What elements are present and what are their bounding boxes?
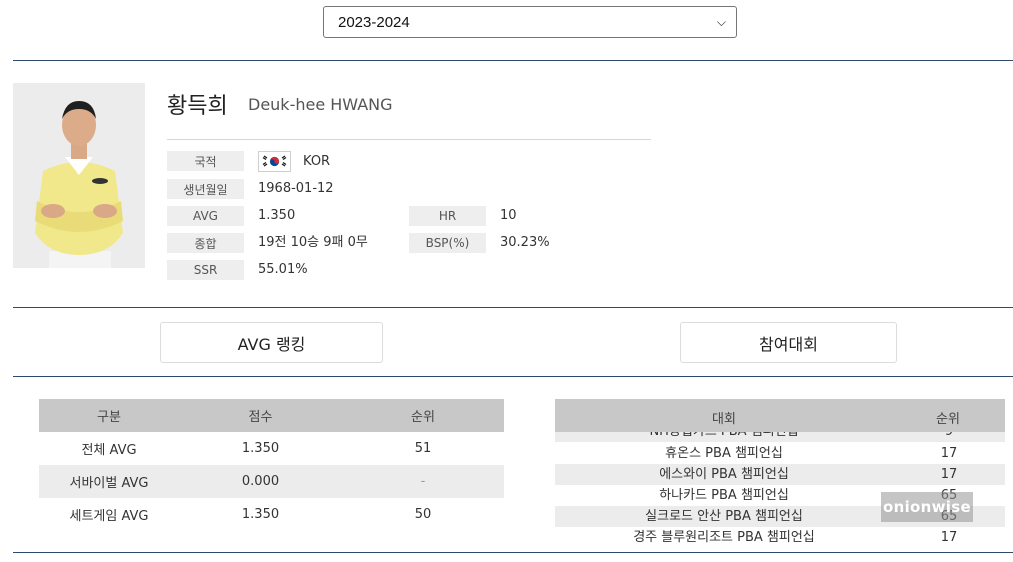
ssr-label: SSR bbox=[167, 260, 244, 280]
table-cell: 0.000 bbox=[179, 465, 342, 498]
tournament-rank: 17 bbox=[940, 530, 958, 545]
column-header: 점수 bbox=[179, 399, 342, 432]
season-select[interactable]: 2023-2024 ⌵ bbox=[323, 6, 737, 38]
avg-label: AVG bbox=[167, 206, 244, 226]
tournament-rank: 17 bbox=[940, 467, 958, 482]
hr-label: HR bbox=[409, 206, 486, 226]
birth-date-value: 1968-01-12 bbox=[258, 181, 334, 196]
list-item[interactable]: NH농협카드 PBA 챔피언십 9 bbox=[555, 432, 1005, 442]
tournament-name: 에스와이 PBA 챔피언십 bbox=[659, 467, 789, 482]
avg-ranking-table: 구분 점수 순위 전체 AVG 1.350 51 서바이벌 AVG 0.000 … bbox=[39, 399, 504, 531]
name-divider bbox=[167, 139, 651, 140]
column-header: 순위 bbox=[936, 412, 960, 427]
table-cell: 1.350 bbox=[241, 507, 280, 522]
nationality-label: 국적 bbox=[167, 151, 244, 171]
table-cell: 50 bbox=[414, 507, 432, 522]
player-photo bbox=[13, 83, 145, 268]
divider bbox=[13, 552, 1013, 553]
tournament-name: 경주 블루원리조트 PBA 챔피언십 bbox=[633, 530, 815, 545]
column-header: 순위 bbox=[342, 399, 504, 432]
korea-flag-icon bbox=[258, 151, 291, 172]
table-row: 서바이벌 AVG 0.000 - bbox=[39, 465, 504, 498]
ssr-value: 55.01% bbox=[258, 262, 308, 277]
table-cell: 전체 AVG bbox=[81, 443, 137, 458]
watermark: onionwise bbox=[881, 492, 973, 522]
chevron-down-icon: ⌵ bbox=[716, 14, 726, 29]
divider bbox=[13, 307, 1013, 308]
tournament-list[interactable]: NH농협카드 PBA 챔피언십 9 휴온스 PBA 챔피언십 17 에스와이 P… bbox=[555, 432, 1005, 550]
column-header: 구분 bbox=[39, 399, 179, 432]
table-row: 전체 AVG 1.350 51 bbox=[39, 432, 504, 465]
table-cell: 1.350 bbox=[241, 441, 280, 456]
tournament-name: 하나카드 PBA 챔피언십 bbox=[659, 488, 789, 503]
player-name-korean: 황득희 bbox=[167, 94, 228, 119]
table-cell: 51 bbox=[414, 441, 432, 456]
tournament-name: 휴온스 PBA 챔피언십 bbox=[665, 446, 783, 461]
player-name-english: Deuk-hee HWANG bbox=[248, 95, 393, 114]
tournament-rank: 17 bbox=[940, 446, 958, 461]
hr-value: 10 bbox=[500, 208, 517, 223]
bsp-value: 30.23% bbox=[500, 235, 550, 250]
bsp-label: BSP(%) bbox=[409, 233, 486, 253]
column-header: 대회 bbox=[712, 412, 736, 427]
tab-tournaments[interactable]: 참여대회 bbox=[680, 322, 897, 363]
tab-avg-ranking[interactable]: AVG 랭킹 bbox=[160, 322, 383, 363]
record-value: 19전 10승 9패 0무 bbox=[258, 235, 368, 250]
list-item[interactable]: 경주 블루원리조트 PBA 챔피언십 17 bbox=[555, 527, 1005, 548]
tournament-name: NH농협카드 PBA 챔피언십 bbox=[555, 432, 893, 442]
table-row: 세트게임 AVG 1.350 50 bbox=[39, 498, 504, 531]
divider bbox=[13, 376, 1013, 377]
table-cell: 서바이벌 AVG bbox=[39, 465, 179, 498]
tournament-rank: 9 bbox=[893, 432, 1005, 442]
avg-value: 1.350 bbox=[258, 208, 296, 223]
record-label: 종합 bbox=[167, 233, 244, 253]
tournament-table-header: 대회 순위 bbox=[555, 399, 1005, 432]
table-cell: - bbox=[342, 465, 504, 498]
divider bbox=[13, 60, 1013, 61]
tournament-name: 실크로드 안산 PBA 챔피언십 bbox=[645, 509, 803, 524]
season-select-value: 2023-2024 bbox=[338, 13, 410, 31]
list-item[interactable]: 에스와이 PBA 챔피언십 17 bbox=[555, 464, 1005, 485]
list-item[interactable]: 휴온스 PBA 챔피언십 17 bbox=[555, 443, 1005, 464]
table-cell: 세트게임 AVG bbox=[69, 509, 149, 524]
birth-date-label: 생년월일 bbox=[167, 179, 244, 199]
nationality-value: KOR bbox=[303, 154, 331, 169]
